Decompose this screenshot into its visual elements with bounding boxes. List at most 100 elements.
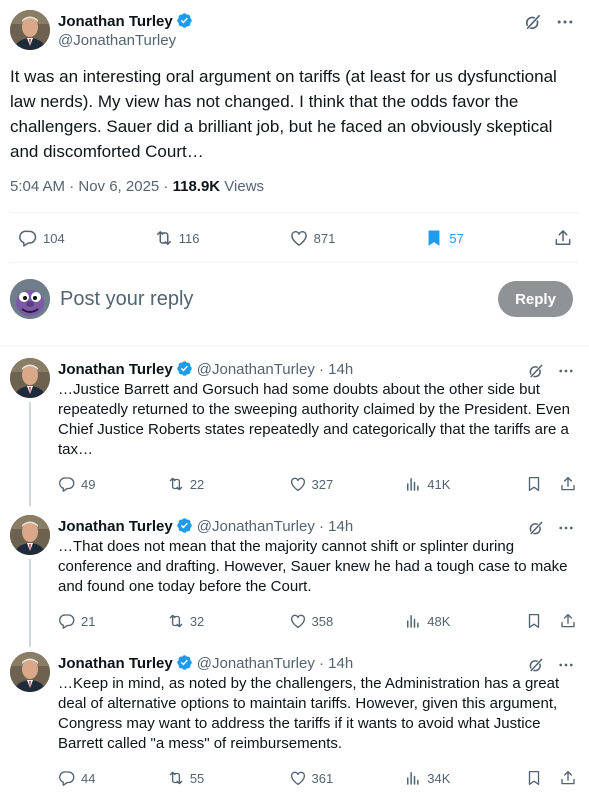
more-icon[interactable] (557, 519, 575, 537)
bookmark-icon (525, 475, 543, 493)
repost-count: 55 (189, 770, 205, 786)
grok-icon[interactable] (527, 656, 545, 674)
reply-button[interactable]: 44 (58, 769, 167, 787)
reply-header: Jonathan Turley @JonathanTurley · 14h (58, 654, 353, 673)
views-button[interactable]: 34K (404, 769, 525, 787)
avatar[interactable] (10, 515, 50, 555)
my-avatar[interactable] (10, 279, 50, 319)
views-label: Views (220, 178, 265, 195)
repost-count: 32 (189, 613, 205, 629)
repost-button[interactable]: 22 (167, 475, 289, 493)
repost-count: 22 (189, 476, 205, 492)
bookmark-button[interactable] (525, 769, 543, 787)
bookmark-button[interactable]: 57 (424, 228, 464, 248)
author-name[interactable]: Jonathan Turley (58, 361, 173, 378)
more-icon[interactable] (555, 12, 575, 32)
share-icon (553, 228, 573, 248)
reply-header: Jonathan Turley @JonathanTurley · 14h (58, 517, 353, 536)
bookmark-icon (424, 228, 444, 248)
like-count: 358 (311, 613, 334, 629)
reply-composer: Post your reply Reply (10, 278, 573, 320)
reply-icon (18, 228, 38, 248)
reply-button[interactable]: 21 (58, 612, 167, 630)
repost-button[interactable]: 55 (167, 769, 289, 787)
share-button[interactable] (553, 228, 573, 248)
more-icon[interactable] (557, 656, 575, 674)
repost-icon (167, 475, 185, 493)
bookmark-icon (525, 612, 543, 630)
reply-input[interactable]: Post your reply (60, 288, 498, 311)
author-handle[interactable]: @JonathanTurley (58, 31, 193, 51)
share-button[interactable] (559, 475, 577, 493)
divider (0, 345, 589, 346)
bookmark-icon (525, 769, 543, 787)
like-button[interactable]: 361 (289, 769, 405, 787)
reply-icon (58, 475, 76, 493)
reply-submit-button[interactable]: Reply (498, 281, 573, 317)
author-name[interactable]: Jonathan Turley (58, 12, 193, 31)
views-count: 48K (427, 613, 451, 629)
tweet-top-actions (523, 12, 575, 32)
tweet-text: …Justice Barrett and Gorsuch had some do… (58, 381, 570, 458)
like-count: 361 (311, 770, 334, 786)
like-button[interactable]: 327 (289, 475, 405, 493)
repost-button[interactable]: 116 (154, 228, 200, 248)
bookmark-button[interactable] (525, 475, 543, 493)
divider (10, 262, 579, 263)
grok-icon[interactable] (523, 12, 543, 32)
reply-count: 21 (81, 613, 96, 629)
tweet-meta: 5:04 AM · Nov 6, 2025 · 118.9K Views (10, 178, 264, 195)
like-count: 871 (313, 230, 336, 246)
author-name[interactable]: Jonathan Turley (58, 655, 173, 672)
reply-header: Jonathan Turley @JonathanTurley · 14h (58, 360, 353, 379)
author-handle-time[interactable]: @JonathanTurley · 14h (197, 518, 353, 535)
tweet-text: …Keep in mind, as noted by the challenge… (58, 675, 560, 752)
reply-button[interactable]: 49 (58, 475, 167, 493)
verified-icon (176, 12, 193, 29)
share-icon (559, 769, 577, 787)
author-name[interactable]: Jonathan Turley (58, 518, 173, 535)
author-name-text[interactable]: Jonathan Turley (58, 13, 173, 30)
action-bar: 44 55 361 34K (58, 768, 577, 788)
views-button[interactable]: 48K (404, 612, 525, 630)
reply-button[interactable]: 104 (18, 228, 65, 248)
verified-icon (176, 360, 193, 377)
grok-icon[interactable] (527, 362, 545, 380)
like-button[interactable]: 871 (289, 228, 336, 248)
action-bar: 21 32 358 48K (58, 611, 577, 631)
repost-count: 116 (178, 230, 200, 246)
tweet-top-actions (527, 656, 575, 674)
author-handle-time[interactable]: @JonathanTurley · 14h (197, 655, 353, 672)
share-button[interactable] (559, 612, 577, 630)
avatar[interactable] (10, 652, 50, 692)
views-icon (404, 612, 422, 630)
author-handle-time[interactable]: @JonathanTurley · 14h (197, 361, 353, 378)
avatar[interactable] (10, 10, 50, 50)
views-count: 41K (427, 476, 451, 492)
repost-button[interactable]: 32 (167, 612, 289, 630)
tweet-text: It was an interesting oral argument on t… (10, 67, 557, 161)
views-count: 34K (427, 770, 451, 786)
bookmark-count: 57 (449, 230, 464, 246)
views-count: 118.9K (172, 178, 221, 195)
reply-icon (58, 769, 76, 787)
thread-line (29, 559, 31, 647)
main-action-bar: 104 116 871 57 (18, 226, 573, 250)
grok-icon[interactable] (527, 519, 545, 537)
more-icon[interactable] (557, 362, 575, 380)
views-icon (404, 769, 422, 787)
reply-count: 104 (43, 230, 65, 246)
tweet-text: …That does not mean that the majority ca… (58, 538, 568, 595)
repost-icon (167, 612, 185, 630)
like-count: 327 (311, 476, 334, 492)
share-button[interactable] (559, 769, 577, 787)
timestamp[interactable]: 5:04 AM · Nov 6, 2025 · (10, 178, 173, 195)
avatar[interactable] (10, 358, 50, 398)
tweet-top-actions (527, 519, 575, 537)
views-icon (404, 475, 422, 493)
tweet-top-actions (527, 362, 575, 380)
bookmark-button[interactable] (525, 612, 543, 630)
main-author: Jonathan Turley @JonathanTurley (10, 10, 193, 51)
like-button[interactable]: 358 (289, 612, 405, 630)
views-button[interactable]: 41K (404, 475, 525, 493)
